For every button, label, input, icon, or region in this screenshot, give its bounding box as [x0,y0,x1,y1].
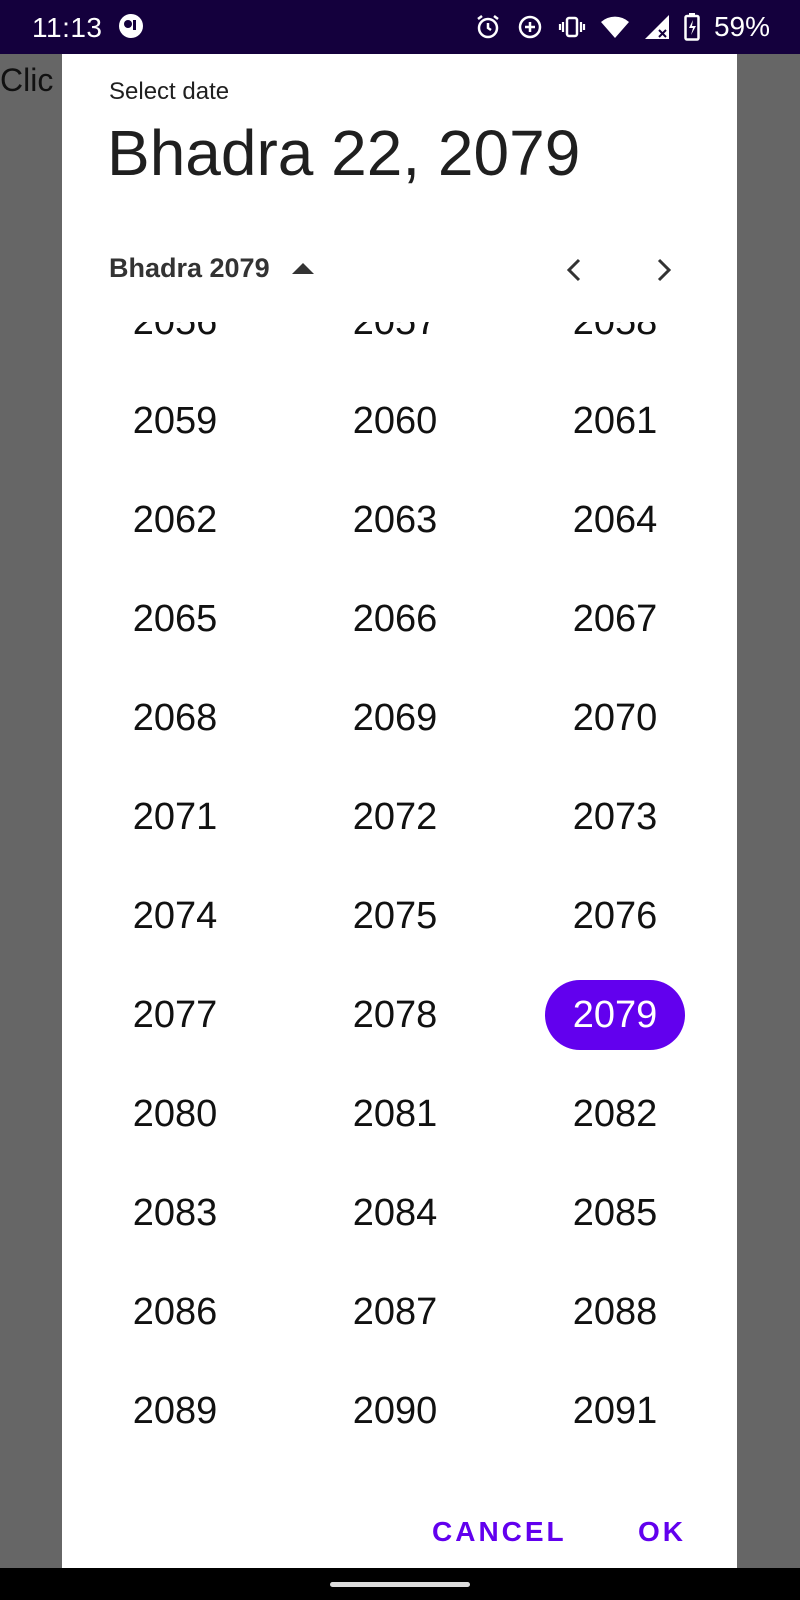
month-year-label: Bhadra 2079 [109,252,270,283]
year-item-selected[interactable]: 2079 [545,980,685,1050]
chevron-left-icon [566,258,581,282]
year-item[interactable]: 2090 [325,1376,465,1446]
chevron-right-icon [657,258,672,282]
navigation-bar [0,1568,800,1600]
year-item[interactable]: 2057 [325,322,465,357]
year-item[interactable]: 2072 [325,782,465,852]
year-item[interactable]: 2071 [105,782,245,852]
year-item[interactable]: 2066 [325,584,465,654]
year-item[interactable]: 2076 [545,881,685,951]
year-item[interactable]: 2074 [105,881,245,951]
year-item[interactable]: 2073 [545,782,685,852]
year-item[interactable]: 2064 [545,485,685,555]
date-picker-dialog: Select date Bhadra 22, 2079 Bhadra 2079 … [62,54,737,1568]
year-item[interactable]: 2061 [545,386,685,456]
year-item[interactable]: 2060 [325,386,465,456]
year-item[interactable]: 2056 [105,322,245,357]
next-month-button[interactable] [642,248,686,292]
year-item[interactable]: 2081 [325,1079,465,1149]
year-item[interactable]: 2083 [105,1178,245,1248]
year-item[interactable]: 2085 [545,1178,685,1248]
year-item[interactable]: 2062 [105,485,245,555]
battery-charging-icon [684,13,700,41]
battery-percent: 59% [713,11,770,42]
year-item[interactable]: 2088 [545,1277,685,1347]
previous-month-button[interactable] [552,248,596,292]
wifi-icon [600,16,629,38]
signal-icon [644,15,669,39]
year-item[interactable]: 2091 [545,1376,685,1446]
year-item[interactable]: 2068 [105,683,245,753]
year-item[interactable]: 2059 [105,386,245,456]
app-icon [119,14,143,38]
cancel-button[interactable]: CANCEL [432,1496,567,1568]
year-item[interactable]: 2084 [325,1178,465,1248]
year-item[interactable]: 2082 [545,1079,685,1149]
year-item[interactable]: 2069 [325,683,465,753]
selected-date-heading: Bhadra 22, 2079 [107,117,581,189]
year-item[interactable]: 2087 [325,1277,465,1347]
data-saver-icon [518,15,542,39]
status-time: 11:13 [32,12,103,43]
month-year-toggle[interactable]: Bhadra 2079 [109,248,314,288]
caret-up-icon [291,262,314,274]
year-item[interactable]: 2067 [545,584,685,654]
year-item[interactable]: 2070 [545,683,685,753]
year-item[interactable]: 2063 [325,485,465,555]
year-list[interactable]: 2056 2057 2058 2059 2060 2061 2062 2063 2064 2065… [62,322,737,1494]
header-label: Select date [109,78,230,105]
alarm-icon [477,15,499,39]
ok-button[interactable]: OK [638,1496,686,1568]
year-item[interactable]: 2080 [105,1079,245,1149]
year-item[interactable]: 2058 [545,322,685,357]
dialog-actions: CANCEL OK [62,1496,737,1568]
status-icons: 59% [474,11,770,43]
year-item[interactable]: 2078 [325,980,465,1050]
year-item[interactable]: 2075 [325,881,465,951]
year-item[interactable]: 2065 [105,584,245,654]
year-item[interactable]: 2077 [105,980,245,1050]
background-text: Clic [0,62,54,98]
vibrate-icon [558,16,586,38]
status-bar: 11:13 59% [0,0,800,54]
year-item[interactable]: 2089 [105,1376,245,1446]
year-item[interactable]: 2086 [105,1277,245,1347]
home-indicator[interactable] [330,1582,470,1587]
